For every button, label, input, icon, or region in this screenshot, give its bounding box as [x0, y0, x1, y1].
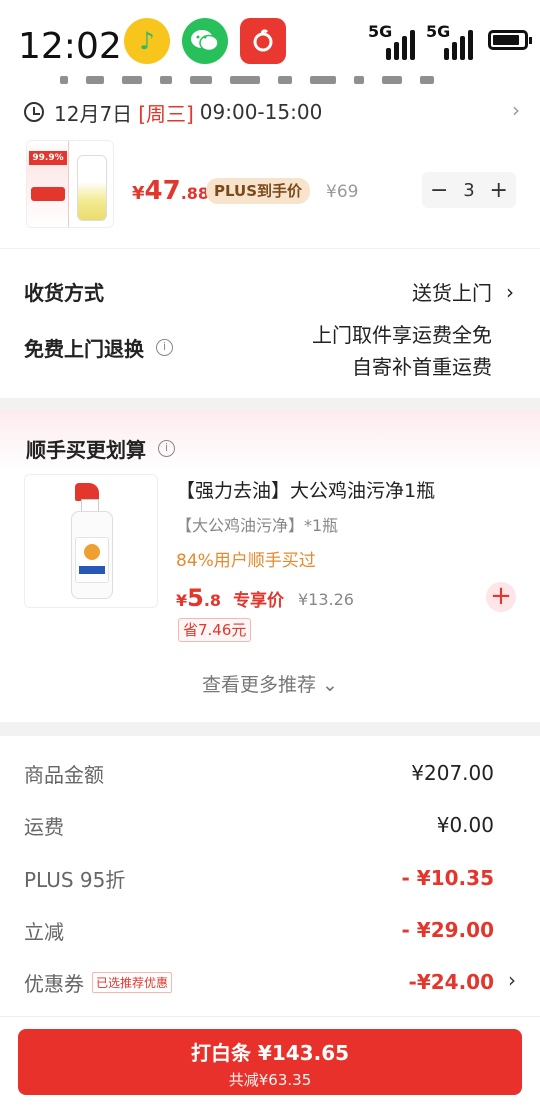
- wechat-icon: [182, 18, 228, 64]
- price-summary-card: 商品金额 ¥207.00 运费 ¥0.00 PLUS 95折 - ¥10.35 …: [0, 736, 540, 1016]
- addon-product-spec: 【大公鸡油污净】*1瓶: [176, 516, 339, 535]
- increase-button[interactable]: +: [490, 178, 508, 203]
- addon-product-name[interactable]: 【强力去油】大公鸡油污净1瓶: [176, 476, 435, 503]
- view-more-recommendations-link[interactable]: 查看更多推荐 ⌄: [0, 670, 540, 697]
- addon-product-image[interactable]: [24, 474, 158, 608]
- signal-icon: 5G: [368, 22, 420, 62]
- pay-with-baitiao-button[interactable]: 打白条 ¥143.65 共减¥63.35: [18, 1029, 522, 1095]
- quantity-value[interactable]: 3: [463, 180, 474, 201]
- delivery-date: 12月7日: [54, 101, 133, 126]
- summary-value: ¥207.00: [411, 761, 494, 785]
- coupon-label: 优惠券: [24, 971, 84, 996]
- bottom-pay-bar: 打白条 ¥143.65 共减¥63.35: [0, 1016, 540, 1111]
- battery-icon: [488, 30, 532, 50]
- delivery-window: 09:00-15:00: [199, 100, 323, 124]
- info-icon[interactable]: i: [156, 339, 173, 356]
- summary-label: PLUS 95折: [24, 867, 126, 892]
- summary-label: 商品金额: [24, 762, 104, 787]
- addon-original-price: ¥13.26: [298, 590, 354, 609]
- network-label: 5G: [426, 22, 451, 41]
- summary-label: 立减: [24, 919, 64, 944]
- return-policy-line1: 上门取件享运费全免: [312, 323, 492, 347]
- price-decimal: .88: [180, 184, 210, 203]
- summary-row-shipping-fee: 运费 ¥0.00: [24, 810, 494, 840]
- price-currency: ¥: [132, 183, 145, 204]
- delivery-time-row[interactable]: 12月7日 [周三] 09:00-15:00 ›: [24, 98, 520, 126]
- chevron-right-icon: ›: [506, 279, 514, 304]
- shipping-method-selector[interactable]: 送货上门 ›: [412, 277, 514, 306]
- chevron-right-icon[interactable]: ›: [508, 968, 516, 992]
- summary-row-plus-discount: PLUS 95折 - ¥10.35: [24, 863, 494, 893]
- product-card: 12月7日 [周三] 09:00-15:00 › 99.9% ¥47.88 PL…: [0, 90, 540, 248]
- addon-savings-badge: 省7.46元: [178, 618, 252, 642]
- summary-value: ¥0.00: [436, 813, 494, 837]
- summary-label: 运费: [24, 814, 64, 839]
- shipping-card: 收货方式 送货上门 › 免费上门退换 i 上门取件享运费全免 自寄补首重运费: [0, 248, 540, 398]
- clock-icon: [24, 102, 44, 122]
- status-bar: 12:02 ♪ 5G 5G: [0, 0, 540, 90]
- addon-price-tag: 专享价: [233, 591, 285, 611]
- summary-value: - ¥29.00: [401, 918, 494, 942]
- netease-music-icon: [240, 18, 286, 64]
- summary-row-goods: 商品金额 ¥207.00: [24, 758, 494, 788]
- delivery-weekday: [周三]: [138, 101, 194, 126]
- free-return-label: 免费上门退换 i: [24, 333, 173, 362]
- addon-price-currency: ¥: [176, 591, 188, 610]
- addon-title-text: 顺手买更划算: [26, 438, 146, 462]
- pay-button-label: 打白条 ¥143.65: [190, 1041, 350, 1065]
- addon-price: ¥5.8 专享价: [176, 584, 284, 612]
- obscured-address: [60, 76, 480, 90]
- summary-value: -¥24.00: [408, 970, 494, 994]
- return-policy-line2: 自寄补首重运费: [352, 355, 492, 379]
- quantity-stepper: − 3 +: [422, 172, 516, 208]
- addon-recommendation-card: 顺手买更划算 i 【强力去油】大公鸡油污净1瓶 【大公鸡油污净】*1瓶 84%用…: [0, 410, 540, 722]
- chevron-right-icon[interactable]: ›: [512, 98, 520, 122]
- summary-row-coupon[interactable]: 优惠券 已选推荐优惠 -¥24.00: [24, 967, 494, 997]
- info-icon[interactable]: i: [158, 440, 175, 457]
- network-label: 5G: [368, 22, 393, 41]
- shipping-method-label: 收货方式: [24, 281, 104, 305]
- decrease-button[interactable]: −: [430, 178, 448, 203]
- original-price: ¥69: [326, 182, 359, 202]
- product-price: ¥47.88: [132, 176, 209, 206]
- summary-row-instant-discount: 立减 - ¥29.00: [24, 915, 494, 945]
- clock-time: 12:02: [18, 26, 122, 67]
- free-return-text: 免费上门退换: [24, 337, 144, 361]
- product-image-label: 99.9%: [29, 151, 67, 165]
- signal-icon: 5G: [426, 22, 478, 62]
- product-image[interactable]: 99.9%: [26, 140, 114, 228]
- price-integer: 47: [144, 176, 181, 206]
- summary-value: - ¥10.35: [401, 866, 494, 890]
- pay-button-savings: 共减¥63.35: [228, 1071, 312, 1089]
- plus-price-badge: PLUS到手价: [206, 178, 311, 204]
- addon-social-proof: 84%用户顺手买过: [176, 551, 316, 571]
- shipping-method-value: 送货上门: [412, 281, 492, 305]
- summary-label: 优惠券 已选推荐优惠: [24, 968, 173, 997]
- addon-price-decimal: .8: [203, 591, 222, 610]
- addon-section-title: 顺手买更划算 i: [26, 434, 175, 463]
- add-addon-button[interactable]: +: [486, 582, 516, 612]
- coupon-recommended-badge: 已选推荐优惠: [92, 971, 173, 993]
- qq-music-icon: ♪: [124, 18, 170, 64]
- addon-price-integer: 5: [187, 584, 204, 612]
